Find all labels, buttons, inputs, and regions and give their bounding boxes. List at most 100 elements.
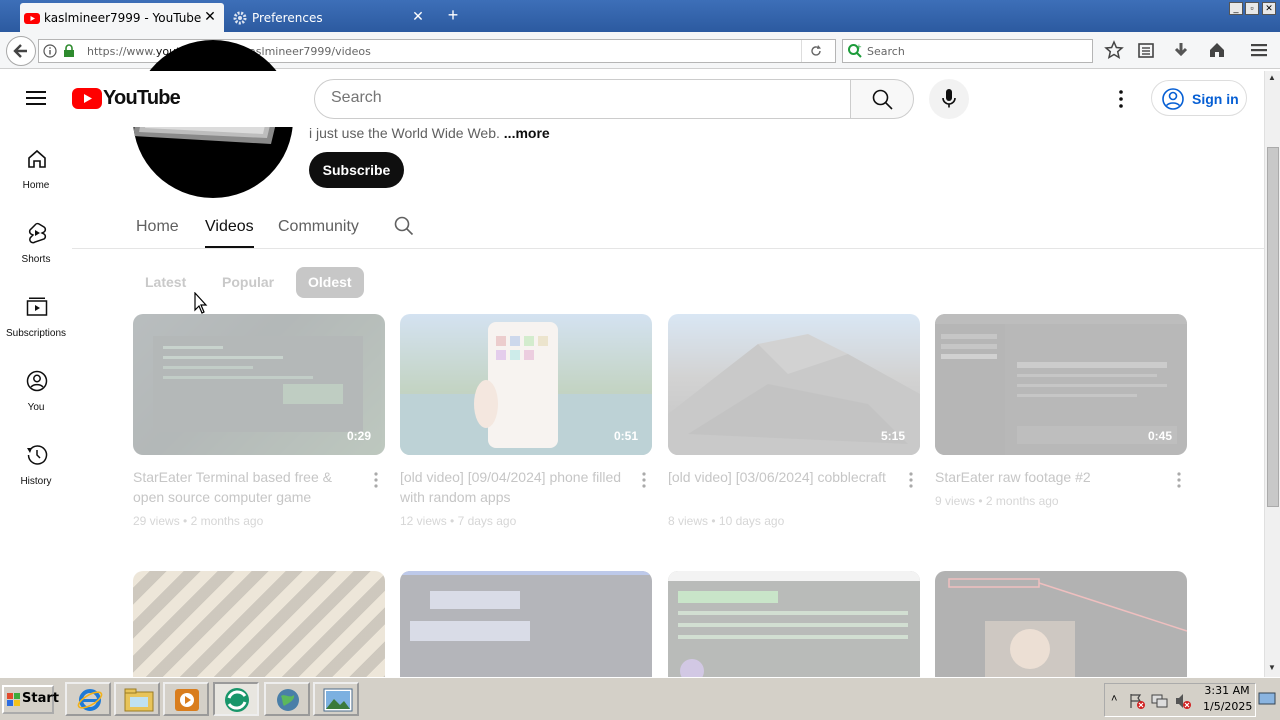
- search-input[interactable]: [331, 89, 831, 107]
- back-button[interactable]: [6, 36, 36, 66]
- youtube-favicon-icon: [24, 13, 40, 24]
- more-actions-icon[interactable]: [636, 470, 652, 490]
- reload-icon[interactable]: [809, 44, 823, 58]
- windows-taskbar: Start ˄: [0, 677, 1280, 720]
- tab-home[interactable]: Home: [136, 218, 179, 236]
- rail-item-label: History: [20, 476, 52, 487]
- clock-date[interactable]: 1/5/2025: [1203, 700, 1252, 713]
- folder-icon: [124, 688, 154, 712]
- subscribe-button[interactable]: Subscribe: [309, 152, 404, 188]
- video-views: 8 views: [668, 514, 709, 528]
- url-divider: [801, 40, 802, 62]
- video-meta: 8 views • 10 days ago: [668, 514, 785, 528]
- guide-menu-icon[interactable]: [26, 89, 46, 107]
- rail-item-subscriptions[interactable]: Subscriptions: [0, 296, 72, 356]
- video-thumbnail[interactable]: [133, 571, 385, 677]
- video-title[interactable]: [old video] [09/04/2024] phone filled wi…: [400, 467, 622, 507]
- url-bar[interactable]: https://www.youtube.com/@kaslmineer7999/…: [38, 39, 836, 63]
- browser-tab-label: kaslmineer7999 - YouTube: [44, 10, 202, 25]
- maximize-button[interactable]: ▫: [1245, 2, 1259, 15]
- more-actions-icon[interactable]: [903, 470, 919, 490]
- channel-search-icon[interactable]: [394, 216, 414, 236]
- browser-search-placeholder: Search: [867, 45, 905, 58]
- show-desktop-icon[interactable]: [1258, 692, 1276, 706]
- scroll-up-arrow-icon[interactable]: ▲: [1268, 73, 1276, 82]
- rail-item-you[interactable]: You: [0, 370, 72, 430]
- tab-videos[interactable]: Videos: [205, 218, 254, 236]
- network-icon[interactable]: [1151, 693, 1169, 709]
- clock-time[interactable]: 3:31 AM: [1203, 684, 1251, 697]
- video-age: 2 months ago: [190, 514, 264, 528]
- tray-expand-icon[interactable]: ˄: [1111, 693, 1117, 705]
- channel-description[interactable]: i just use the World Wide Web. ...more: [309, 125, 550, 141]
- browser-tab-preferences[interactable]: Preferences ✕: [228, 3, 432, 32]
- browser-globe-icon: [225, 688, 249, 712]
- video-title[interactable]: [old video] [03/06/2024] cobblecraft: [668, 467, 890, 487]
- window-close-button[interactable]: ✕: [1262, 2, 1276, 15]
- video-meta: 12 views • 7 days ago: [400, 514, 517, 528]
- downloads-arrow-icon[interactable]: [1171, 40, 1191, 60]
- internet-explorer-taskbar-button[interactable]: [65, 682, 111, 716]
- tab-close-icon[interactable]: ✕: [410, 9, 426, 25]
- chip-latest[interactable]: Latest: [133, 267, 198, 298]
- video-thumbnail[interactable]: [668, 571, 920, 677]
- search-icon: [872, 89, 893, 110]
- url-prefix: https://www.: [87, 45, 156, 58]
- sign-in-button[interactable]: Sign in: [1151, 80, 1247, 116]
- image-viewer-taskbar-button[interactable]: [313, 682, 359, 716]
- video-age: 10 days ago: [718, 514, 785, 528]
- windows-logo-icon: [7, 693, 20, 706]
- youtube-search-box[interactable]: [314, 79, 852, 119]
- more-actions-icon[interactable]: [1171, 470, 1187, 490]
- microphone-icon: [942, 89, 956, 108]
- media-player-taskbar-button[interactable]: [163, 682, 209, 716]
- rail-item-label: You: [27, 402, 45, 413]
- tabs-divider: [72, 248, 1264, 249]
- history-icon: [27, 445, 48, 465]
- hamburger-menu-icon[interactable]: [1249, 40, 1269, 60]
- settings-kebab-icon[interactable]: [1114, 89, 1128, 109]
- bookmarks-list-icon[interactable]: [1136, 40, 1156, 60]
- rail-item-history[interactable]: History: [0, 444, 72, 504]
- rail-item-home[interactable]: Home: [0, 148, 72, 208]
- video-views: 12 views: [400, 514, 447, 528]
- video-meta: 29 views • 2 months ago: [133, 514, 264, 528]
- search-button[interactable]: [850, 79, 914, 119]
- scroll-down-arrow-icon[interactable]: ▼: [1268, 663, 1276, 672]
- rail-item-shorts[interactable]: Shorts: [0, 222, 72, 282]
- info-icon[interactable]: [43, 44, 57, 58]
- back-arrow-icon: [13, 44, 27, 58]
- more-link[interactable]: ...more: [504, 125, 550, 141]
- home-icon[interactable]: [1207, 40, 1227, 60]
- scroll-thumb[interactable]: [1267, 147, 1279, 507]
- file-explorer-taskbar-button[interactable]: [114, 682, 160, 716]
- video-thumbnail[interactable]: [935, 571, 1187, 677]
- mouse-cursor-icon: [194, 292, 208, 314]
- browser-taskbar-button[interactable]: [213, 682, 259, 716]
- browser-search-bar[interactable]: + Search: [842, 39, 1093, 63]
- screen: kaslmineer7999 - YouTube ✕ Preferences ✕…: [0, 0, 1280, 720]
- tab-community[interactable]: Community: [278, 218, 359, 236]
- webcam-thumbnail-art: [948, 578, 1187, 677]
- new-tab-plus-icon[interactable]: +: [444, 6, 462, 24]
- minimize-button[interactable]: _: [1229, 2, 1243, 15]
- chip-popular[interactable]: Popular: [210, 267, 286, 298]
- video-age: 7 days ago: [457, 514, 517, 528]
- chip-oldest[interactable]: Oldest: [296, 267, 364, 298]
- voice-search-button[interactable]: [929, 79, 969, 119]
- bookmark-star-icon[interactable]: [1104, 40, 1124, 60]
- action-center-flag-icon[interactable]: [1129, 693, 1145, 709]
- tab-close-icon[interactable]: ✕: [202, 9, 218, 25]
- account-circle-icon: [1162, 88, 1184, 110]
- globe-app-taskbar-button[interactable]: [264, 682, 310, 716]
- video-thumbnail[interactable]: [400, 571, 652, 677]
- youtube-header: YouTube Sign in: [0, 71, 1264, 127]
- more-actions-icon[interactable]: [368, 470, 384, 490]
- subscriptions-icon: [26, 297, 48, 316]
- start-button[interactable]: Start: [2, 685, 59, 714]
- browser-tab-youtube[interactable]: kaslmineer7999 - YouTube ✕: [20, 3, 224, 32]
- video-title[interactable]: StarEater raw footage #2: [935, 467, 1157, 487]
- volume-muted-icon[interactable]: [1175, 693, 1191, 709]
- video-title[interactable]: StarEater Terminal based free & open sou…: [133, 467, 355, 507]
- lock-icon: [64, 44, 74, 57]
